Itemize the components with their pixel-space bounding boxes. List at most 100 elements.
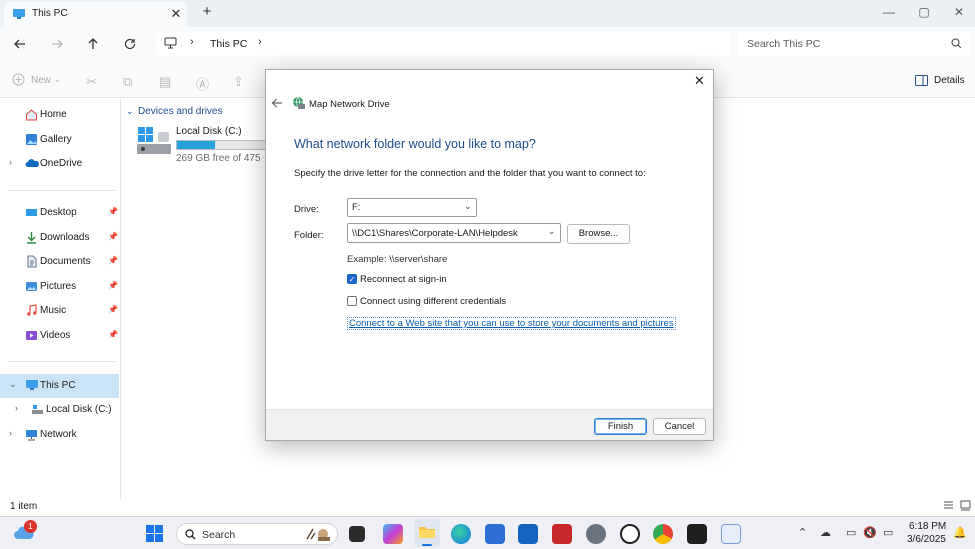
new-button[interactable]: New	[31, 75, 51, 86]
expand-chevron-icon[interactable]: ›	[15, 403, 18, 413]
clock-date[interactable]: 3/6/2025	[907, 534, 946, 545]
details-view-icon[interactable]	[943, 500, 954, 511]
example-hint: Example: \\server\share	[347, 254, 448, 265]
up-arrow-icon[interactable]	[83, 34, 103, 54]
new-plus-icon	[12, 73, 25, 86]
sidebar-item-documents[interactable]: Documents 📌	[0, 251, 120, 273]
sidebar-item-pictures[interactable]: Pictures 📌	[0, 276, 120, 298]
search-icon[interactable]	[951, 38, 962, 49]
drive-name[interactable]: Local Disk (C:)	[176, 126, 242, 137]
tab-this-pc[interactable]: This PC ✕	[4, 2, 187, 27]
close-tab-icon[interactable]: ✕	[168, 6, 184, 22]
web-site-storage-link[interactable]: Connect to a Web site that you can use t…	[347, 317, 676, 330]
filezilla-icon[interactable]	[552, 524, 572, 544]
address-bar[interactable]: › This PC ›	[156, 32, 730, 56]
different-credentials-checkbox[interactable]	[347, 296, 357, 306]
task-view-icon[interactable]	[349, 526, 365, 542]
speaker-muted-icon[interactable]: 🔇	[863, 526, 877, 539]
chevron-down-icon[interactable]: ⌄	[548, 226, 556, 237]
breadcrumb-this-pc[interactable]: This PC	[210, 38, 247, 50]
pin-icon[interactable]: 📌	[108, 330, 118, 339]
section-header-devices[interactable]: Devices and drives	[138, 106, 222, 117]
onedrive-tray-icon[interactable]: ☁	[820, 526, 831, 539]
reconnect-checkbox[interactable]: ✓	[347, 274, 357, 284]
pin-icon[interactable]: 📌	[108, 305, 118, 314]
show-hidden-icons-chevron-icon[interactable]: ⌃	[798, 526, 807, 539]
chrome-browser-icon[interactable]	[653, 524, 673, 544]
share-icon[interactable]: ⇪	[233, 74, 244, 90]
close-window-button[interactable]: ✕	[941, 2, 975, 22]
sidebar-item-videos[interactable]: Videos 📌	[0, 325, 120, 347]
pin-icon[interactable]: 📌	[108, 232, 118, 241]
cancel-button[interactable]: Cancel	[653, 418, 706, 435]
reconnect-label[interactable]: Reconnect at sign-in	[360, 274, 447, 285]
microsoft-store-icon[interactable]	[485, 524, 505, 544]
document-icon	[25, 255, 38, 268]
sidebar-item-label: Local Disk (C:)	[46, 404, 112, 415]
file-explorer-taskbar-active[interactable]	[414, 519, 440, 547]
copy-icon[interactable]: ⧉	[123, 74, 132, 90]
download-arrow-icon	[25, 231, 38, 244]
copilot-icon[interactable]	[383, 524, 403, 544]
battery-icon[interactable]: ▭	[883, 526, 893, 539]
pictures-icon	[25, 280, 38, 293]
back-arrow-icon[interactable]	[10, 34, 30, 54]
forward-arrow-icon[interactable]	[47, 34, 67, 54]
section-collapse-chevron-icon[interactable]: ⌄	[126, 106, 134, 117]
sidebar-item-local-disk[interactable]: › Local Disk (C:)	[0, 399, 120, 421]
sidebar-item-network[interactable]: › Network	[0, 424, 120, 446]
pin-icon[interactable]: 📌	[108, 256, 118, 265]
sidebar-item-desktop[interactable]: Desktop 📌	[0, 202, 120, 224]
large-icons-view-icon[interactable]	[960, 500, 971, 511]
drive-tile-icon[interactable]	[136, 125, 176, 157]
pin-icon[interactable]: 📌	[108, 281, 118, 290]
drive-letter-select[interactable]: F: ⌄	[347, 198, 477, 217]
network-share-icon[interactable]	[721, 524, 741, 544]
finish-button[interactable]: Finish	[594, 418, 647, 435]
dialog-close-icon[interactable]: ✕	[694, 73, 705, 89]
windows-start-icon[interactable]	[146, 525, 163, 542]
new-dropdown-chevron-icon: ⌄	[54, 75, 61, 84]
refresh-icon[interactable]	[120, 34, 140, 54]
sidebar-item-home[interactable]: Home	[0, 104, 120, 126]
search-placeholder: Search This PC	[747, 38, 821, 50]
dialog-title: Map Network Drive	[309, 99, 390, 110]
settings-gear-icon[interactable]	[586, 524, 606, 544]
browse-button[interactable]: Browse...	[567, 224, 630, 244]
terminal-icon[interactable]	[687, 524, 707, 544]
notifications-bell-icon[interactable]: 🔔	[953, 526, 967, 539]
paste-icon[interactable]: ▤	[159, 74, 171, 90]
sidebar-item-label: Desktop	[40, 207, 77, 218]
details-button[interactable]: Details	[934, 75, 965, 86]
maximize-button[interactable]: ▢	[906, 2, 942, 22]
sidebar-item-gallery[interactable]: Gallery	[0, 129, 120, 151]
file-explorer-icon	[418, 524, 436, 539]
expand-chevron-icon[interactable]: ›	[9, 157, 12, 167]
sidebar-item-downloads[interactable]: Downloads 📌	[0, 227, 120, 249]
search-box[interactable]: Search This PC	[737, 32, 970, 56]
different-credentials-label[interactable]: Connect using different credentials	[360, 296, 506, 307]
collapse-chevron-icon[interactable]: ⌄	[9, 379, 17, 390]
breadcrumb-chevron-icon[interactable]: ›	[258, 36, 262, 48]
outlook-icon[interactable]	[518, 524, 538, 544]
sidebar-item-label: This PC	[40, 380, 76, 391]
sidebar-item-onedrive[interactable]: › OneDrive	[0, 153, 120, 175]
rename-icon[interactable]: Ⓐ	[196, 74, 209, 93]
folder-path-combo[interactable]: \\DC1\Shares\Corporate-LAN\Helpdesk ⌄	[347, 223, 561, 243]
display-icon[interactable]: ▭	[846, 526, 856, 539]
cut-icon[interactable]: ✂	[86, 74, 97, 90]
github-icon[interactable]	[620, 524, 640, 544]
edge-browser-icon[interactable]	[451, 524, 471, 544]
sidebar-item-music[interactable]: Music 📌	[0, 300, 120, 322]
navigation-pane: Home Gallery › OneDrive Desktop 📌 Downlo…	[0, 99, 121, 499]
new-tab-button[interactable]: +	[198, 3, 216, 21]
clock-time[interactable]: 6:18 PM	[909, 521, 946, 532]
network-drive-icon	[292, 96, 306, 110]
dialog-back-arrow-icon[interactable]	[271, 97, 283, 109]
minimize-button[interactable]: —	[871, 2, 907, 22]
expand-chevron-icon[interactable]: ›	[9, 428, 12, 438]
map-network-drive-dialog: ✕ Map Network Drive What network folder …	[265, 69, 714, 441]
taskbar-search-box[interactable]: Search	[176, 523, 338, 545]
sidebar-item-this-pc[interactable]: ⌄ This PC	[0, 374, 119, 398]
pin-icon[interactable]: 📌	[108, 207, 118, 216]
